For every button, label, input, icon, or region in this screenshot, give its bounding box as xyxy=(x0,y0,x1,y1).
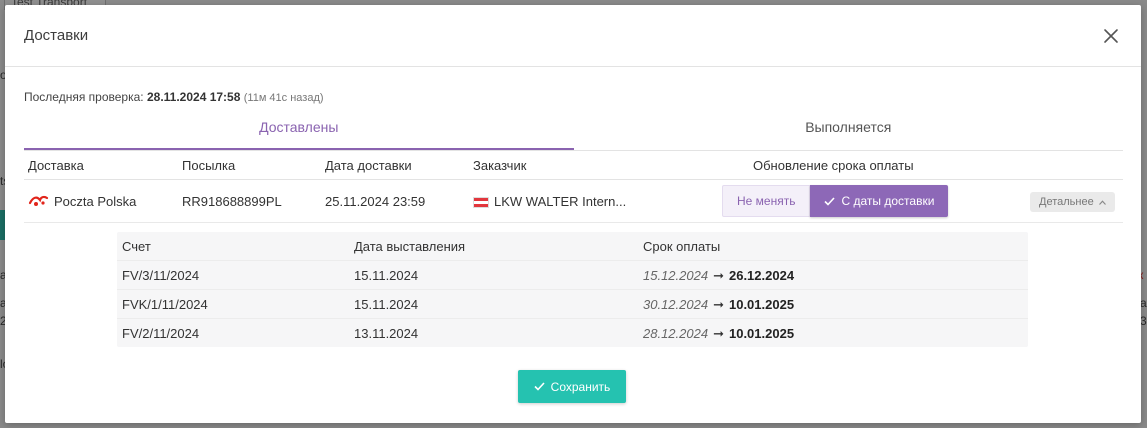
invoices-table: Счет Дата выставления Срок оплаты FV/3/1… xyxy=(117,232,1028,347)
deliveries-modal: Доставки Последняя проверка: 28.11.2024 … xyxy=(5,5,1141,423)
last-check-datetime: 28.11.2024 17:58 xyxy=(146,90,241,104)
poczta-polska-logo-icon xyxy=(28,195,49,206)
invoice-number: FVK/1/11/2024 xyxy=(122,297,208,312)
background-text-fragment: 3 xyxy=(1140,314,1147,328)
header-invoice: Счет xyxy=(122,239,151,254)
tab-in-progress[interactable]: Выполняется xyxy=(574,115,1124,150)
customer-cell: LKW WALTER Intern... xyxy=(473,194,626,209)
new-due-date: 10.01.2025 xyxy=(728,326,795,341)
header-delivery-date: Дата доставки xyxy=(325,157,412,173)
save-label: Сохранить xyxy=(550,379,611,394)
last-check-ago: (11м 41с назад) xyxy=(243,92,324,104)
header-delivery: Доставка xyxy=(28,157,84,173)
carrier-name: Poczta Polska xyxy=(54,193,137,209)
chevron-up-icon xyxy=(1098,199,1106,205)
new-due-date: 26.12.2024 xyxy=(728,268,795,283)
invoice-issue-date: 13.11.2024 xyxy=(354,326,419,341)
modal-title: Доставки xyxy=(24,27,89,44)
last-check-label: Последняя проверка: xyxy=(24,90,144,104)
check-icon xyxy=(534,382,545,391)
details-label: Детальнее xyxy=(1039,196,1094,208)
last-check-info: Последняя проверка: 28.11.2024 17:58 (11… xyxy=(24,90,324,104)
new-due-date: 10.01.2025 xyxy=(728,297,795,312)
details-button[interactable]: Детальнее xyxy=(1030,192,1115,212)
payment-update-toggle: Не менять С даты доставки xyxy=(722,185,949,217)
invoice-row: FVK/1/11/2024 15.11.2024 30.12.2024 ➞ 10.0… xyxy=(117,289,1028,318)
carrier-cell: Poczta Polska xyxy=(28,194,136,209)
arrow-right-icon: ➞ xyxy=(713,297,724,312)
austria-flag-icon xyxy=(473,196,489,208)
modal-header: Доставки xyxy=(5,5,1141,67)
arrow-right-icon: ➞ xyxy=(713,326,724,341)
keep-due-date-button[interactable]: Не менять xyxy=(722,185,811,217)
header-payment-update: Обновление срока оплаты xyxy=(753,157,914,173)
table-row: Poczta Polska RR918688899PL 25.11.2024 2… xyxy=(24,180,1123,223)
invoice-row: FV/2/11/2024 13.11.2024 28.12.2024 ➞ 10.01… xyxy=(117,318,1028,347)
parcel-number: RR918688899PL xyxy=(182,193,282,209)
deliveries-table: Доставка Посылка Дата доставки Заказчик … xyxy=(24,151,1123,223)
close-button[interactable] xyxy=(1100,25,1122,47)
header-due-date: Срок оплаты xyxy=(643,239,721,254)
invoice-number: FV/2/11/2024 xyxy=(122,326,200,341)
invoice-issue-date: 15.11.2024 xyxy=(354,297,419,312)
table-header: Доставка Посылка Дата доставки Заказчик … xyxy=(24,151,1123,180)
from-delivery-date-label: С даты доставки xyxy=(841,194,935,208)
invoices-header: Счет Дата выставления Срок оплаты xyxy=(117,232,1028,260)
invoice-due-change: 28.12.2024 ➞ 10.01.2025 xyxy=(643,326,794,342)
invoice-due-change: 30.12.2024 ➞ 10.01.2025 xyxy=(643,297,794,313)
old-due-date: 15.12.2024 xyxy=(643,268,709,283)
header-parcel: Посылка xyxy=(182,157,236,173)
background-text-fragment: a xyxy=(1140,296,1147,310)
tab-delivered[interactable]: Доставлены xyxy=(24,115,574,150)
delivery-tabs: Доставлены Выполняется xyxy=(24,115,1123,151)
check-icon xyxy=(824,196,836,206)
old-due-date: 30.12.2024 xyxy=(643,297,709,312)
invoice-due-change: 15.12.2024 ➞ 26.12.2024 xyxy=(643,268,794,284)
header-issue-date: Дата выставления xyxy=(354,239,466,254)
save-button[interactable]: Сохранить xyxy=(518,370,626,403)
invoice-number: FV/3/11/2024 xyxy=(122,268,200,283)
header-customer: Заказчик xyxy=(473,157,527,173)
customer-name: LKW WALTER Intern... xyxy=(494,193,627,209)
invoice-row: FV/3/11/2024 15.11.2024 15.12.2024 ➞ 26.12… xyxy=(117,260,1028,289)
close-icon xyxy=(1104,28,1118,43)
from-delivery-date-button[interactable]: С даты доставки xyxy=(810,185,949,217)
arrow-right-icon: ➞ xyxy=(713,268,724,283)
invoice-issue-date: 15.11.2024 xyxy=(354,268,419,283)
old-due-date: 28.12.2024 xyxy=(643,326,709,341)
delivery-date: 25.11.2024 23:59 xyxy=(325,193,426,209)
